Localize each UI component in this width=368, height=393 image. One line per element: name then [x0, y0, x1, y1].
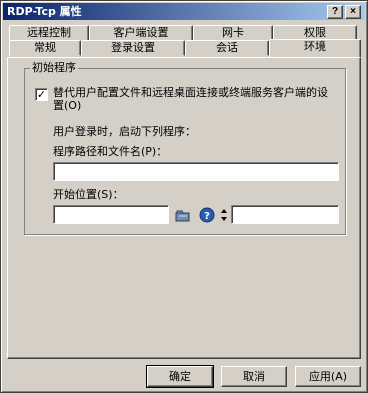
- cancel-button[interactable]: 取消: [221, 366, 287, 387]
- title-bar: RDP-Tcp 属性 ? ×: [3, 3, 365, 20]
- properties-dialog: RDP-Tcp 属性 ? × 远程控制 客户端设置 网卡 权限 常规 登录设置 …: [0, 0, 368, 393]
- override-label-line1: 替代用户配置文件和远程桌面连接或终端服务客户端的设: [53, 86, 328, 99]
- tab-network-adapter[interactable]: 网卡: [193, 25, 273, 41]
- browse-folder-icon[interactable]: [174, 206, 192, 224]
- extra-field-input[interactable]: [231, 205, 339, 224]
- apply-button[interactable]: 应用(A): [295, 366, 361, 387]
- help-info-icon[interactable]: ?: [198, 206, 216, 224]
- override-checkbox[interactable]: ✓: [35, 88, 48, 101]
- program-path-label: 程序路径和文件名(P)：: [53, 145, 168, 158]
- window-title: RDP-Tcp 属性: [7, 5, 82, 18]
- logon-start-text: 用户登录时，启动下列程序：: [53, 125, 196, 138]
- group-title: 初始程序: [30, 61, 78, 75]
- start-in-input[interactable]: [53, 205, 169, 224]
- tab-remote-control[interactable]: 远程控制: [9, 25, 89, 41]
- help-button[interactable]: ?: [327, 5, 343, 19]
- start-in-label: 开始位置(S)：: [53, 188, 124, 201]
- spinner-icon[interactable]: [218, 206, 230, 224]
- checkmark-icon: ✓: [36, 88, 47, 101]
- tab-logon-settings[interactable]: 登录设置: [81, 40, 185, 56]
- tab-environment[interactable]: 环境: [269, 39, 361, 57]
- environment-panel: 初始程序 ✓ 替代用户配置文件和远程桌面连接或终端服务客户端的设 置(O) 用户…: [7, 57, 361, 359]
- override-label-line2: 置(O): [53, 99, 82, 112]
- initial-program-group: 初始程序 ✓ 替代用户配置文件和远程桌面连接或终端服务客户端的设 置(O) 用户…: [24, 61, 346, 235]
- svg-text:?: ?: [204, 211, 210, 222]
- tab-client-settings[interactable]: 客户端设置: [89, 25, 193, 41]
- tab-sessions[interactable]: 会话: [185, 40, 269, 56]
- program-path-input[interactable]: [53, 162, 339, 181]
- close-button[interactable]: ×: [345, 5, 361, 19]
- tab-general[interactable]: 常规: [9, 40, 81, 56]
- ok-button[interactable]: 确定: [146, 365, 214, 388]
